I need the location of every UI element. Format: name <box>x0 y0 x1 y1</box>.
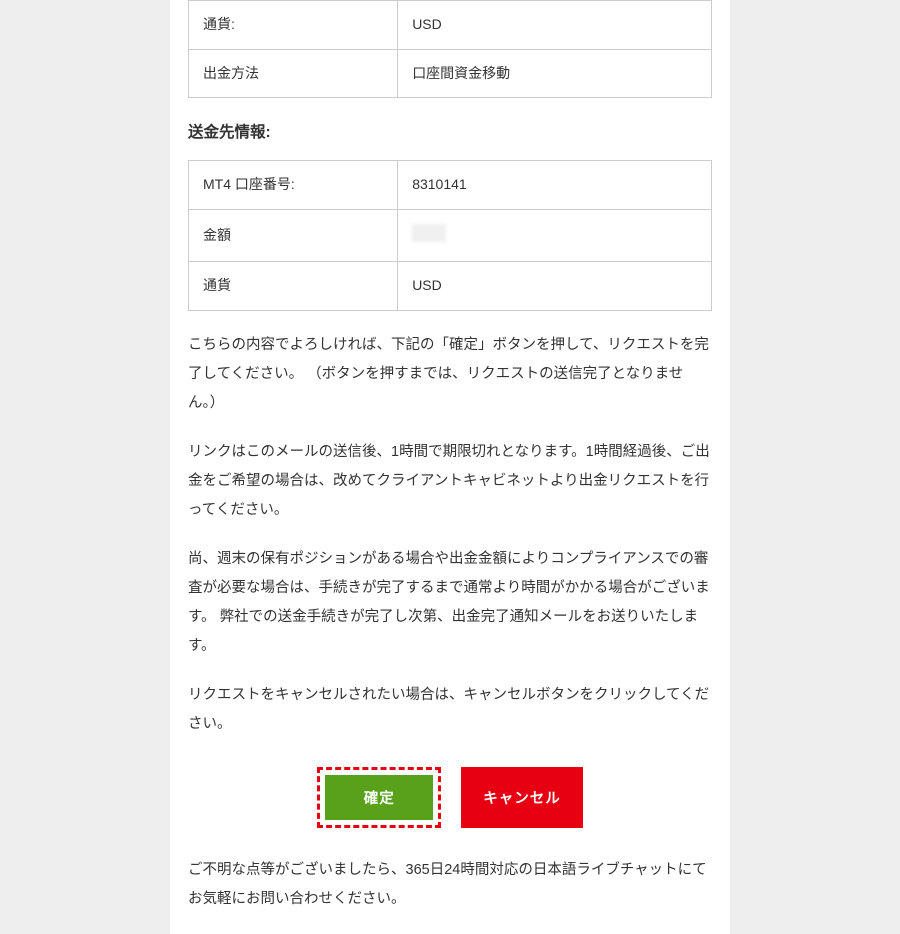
table-row: MT4 口座番号: 8310141 <box>189 161 712 210</box>
table-row: 金額 <box>189 209 712 262</box>
source-info-table: 通貨: USD 出金方法 口座間資金移動 <box>188 0 712 98</box>
redacted-amount <box>412 224 446 242</box>
dest-currency-value-cell: USD <box>398 262 712 311</box>
destination-info-table: MT4 口座番号: 8310141 金額 通貨 USD <box>188 160 712 311</box>
cancel-info-paragraph: リクエストをキャンセルされたい場合は、キャンセルボタンをクリックしてください。 <box>188 681 712 739</box>
amount-value-cell <box>398 209 712 262</box>
support-paragraph: ご不明な点等がございましたら、365日24時間対応の日本語ライブチャットにてお気… <box>188 856 712 914</box>
confirm-highlight: 確定 <box>317 767 441 828</box>
cancel-button[interactable]: キャンセル <box>461 767 583 828</box>
currency-value-cell: USD <box>398 1 712 50</box>
destination-heading: 送金先情報: <box>188 120 712 142</box>
button-row: 確定 キャンセル <box>188 763 712 832</box>
table-row: 通貨: USD <box>189 1 712 50</box>
method-value-cell: 口座間資金移動 <box>398 49 712 98</box>
table-row: 通貨 USD <box>189 262 712 311</box>
expiry-paragraph: リンクはこのメールの送信後、1時間で期限切れとなります。1時間経過後、ご出金をご… <box>188 438 712 525</box>
dest-currency-label-cell: 通貨 <box>189 262 398 311</box>
account-value-cell: 8310141 <box>398 161 712 210</box>
account-label-cell: MT4 口座番号: <box>189 161 398 210</box>
content-panel: 通貨: USD 出金方法 口座間資金移動 送金先情報: MT4 口座番号: 83… <box>170 0 730 934</box>
confirm-button[interactable]: 確定 <box>325 775 433 820</box>
compliance-paragraph: 尚、週末の保有ポジションがある場合や出金金額によりコンプライアンスでの審査が必要… <box>188 545 712 661</box>
amount-label-cell: 金額 <box>189 209 398 262</box>
instruction-paragraph: こちらの内容でよろしければ、下記の「確定」ボタンを押して、リクエストを完了してく… <box>188 331 712 418</box>
table-row: 出金方法 口座間資金移動 <box>189 49 712 98</box>
method-label-cell: 出金方法 <box>189 49 398 98</box>
currency-label-cell: 通貨: <box>189 1 398 50</box>
